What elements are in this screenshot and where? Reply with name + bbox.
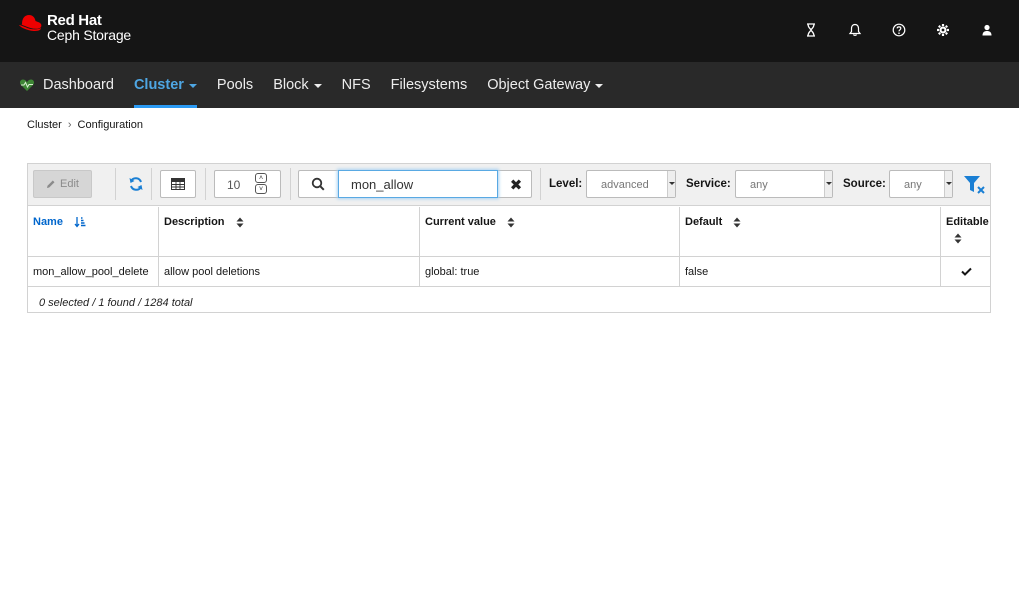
brand-logo[interactable]: Red Hat Ceph Storage — [17, 13, 131, 43]
breadcrumb: Cluster › Configuration — [27, 119, 143, 131]
chevron-down-icon — [595, 83, 604, 88]
level-select[interactable]: advanced — [586, 170, 676, 198]
refresh-button[interactable] — [126, 170, 146, 198]
column-header-editable[interactable]: Editable — [941, 207, 990, 257]
service-select[interactable]: any — [735, 170, 833, 198]
toolbar-divider — [290, 168, 291, 200]
column-header-default-label: Default — [685, 216, 723, 228]
nav-cluster-label: Cluster — [133, 77, 184, 93]
source-select[interactable]: any — [889, 170, 953, 198]
column-header-current-value-label: Current value — [425, 216, 496, 228]
nav-nfs[interactable]: NFS — [332, 62, 381, 108]
bell-icon[interactable] — [847, 22, 863, 38]
chevron-down-icon — [313, 83, 322, 88]
table-row-cell-current-value: global: true — [420, 257, 680, 287]
column-header-name[interactable]: Name — [28, 207, 159, 257]
service-label: Service: — [686, 178, 731, 190]
brand-product: Ceph Storage — [47, 27, 131, 43]
sort-icon — [954, 233, 962, 244]
edit-button-label: Edit — [60, 178, 79, 190]
service-select-value: any — [750, 179, 768, 191]
breadcrumb-cluster[interactable]: Cluster — [27, 119, 62, 131]
search-icon — [299, 171, 337, 197]
level-label: Level: — [549, 178, 583, 190]
nav-block-label: Block — [273, 77, 309, 93]
help-icon[interactable] — [891, 22, 907, 38]
column-header-editable-label: Editable — [946, 216, 989, 228]
column-header-description[interactable]: Description — [159, 207, 420, 257]
main-nav: Dashboard Cluster Pools Block NFS Filesy… — [0, 62, 1019, 108]
page-size-stepper[interactable]: ˄ ˅ — [255, 173, 268, 195]
table-footer-count: 0 selected / 1 found / 1284 total — [39, 297, 193, 309]
nav-object-gateway[interactable]: Object Gateway — [477, 62, 613, 108]
toolbar-divider — [205, 168, 206, 200]
top-header: Red Hat Ceph Storage — [0, 0, 1019, 62]
level-select-value: advanced — [601, 179, 649, 191]
toolbar-divider — [540, 168, 541, 200]
brand-name: Red Hat — [47, 12, 102, 29]
table-toolbar: Edit 10 ˄ ˅ mon_allow ✖ Level: advanced … — [28, 164, 990, 206]
table-row-cell-description: allow pool deletions — [159, 257, 420, 287]
breadcrumb-configuration: Configuration — [77, 119, 143, 131]
dropdown-arrow-icon — [824, 171, 832, 197]
refresh-icon — [129, 177, 143, 191]
search-input[interactable] — [338, 170, 498, 198]
heart-pulse-icon — [19, 79, 35, 91]
sort-amount-asc-icon — [74, 217, 86, 228]
table-row-cell-default: false — [680, 257, 941, 287]
chevron-up-icon[interactable]: ˄ — [255, 173, 267, 183]
nav-filesystems-label: Filesystems — [390, 77, 468, 93]
red-hat-logo-icon — [19, 15, 42, 31]
search-box: ✖ — [298, 170, 532, 198]
nav-dashboard[interactable]: Dashboard — [19, 62, 124, 108]
nav-pools-label: Pools — [216, 77, 254, 93]
clear-filters-icon[interactable] — [963, 175, 987, 195]
sort-icon — [236, 217, 244, 228]
toolbar-divider — [151, 168, 152, 200]
column-header-current-value[interactable]: Current value — [420, 207, 680, 257]
nav-dashboard-label: Dashboard — [43, 77, 114, 93]
sort-icon — [507, 217, 515, 228]
chevron-down-icon[interactable]: ˅ — [255, 184, 267, 194]
edit-button[interactable]: Edit — [33, 170, 92, 198]
chevron-right-icon: › — [67, 119, 72, 131]
hourglass-icon[interactable] — [803, 22, 819, 38]
column-header-description-label: Description — [164, 216, 225, 228]
nav-pools[interactable]: Pools — [207, 62, 263, 108]
configuration-table: Edit 10 ˄ ˅ mon_allow ✖ Level: advanced … — [27, 163, 991, 313]
toolbar-divider — [115, 168, 116, 200]
dropdown-arrow-icon — [944, 171, 952, 197]
page-size-input[interactable]: 10 ˄ ˅ — [214, 170, 281, 198]
pencil-icon — [47, 180, 55, 188]
table-columns-icon — [171, 178, 185, 190]
clear-search-icon[interactable]: ✖ — [501, 174, 531, 196]
nav-cluster[interactable]: Cluster — [124, 62, 207, 108]
table-row-cell-editable — [941, 257, 990, 287]
nav-filesystems[interactable]: Filesystems — [381, 62, 478, 108]
table-row-cell-name[interactable]: mon_allow_pool_delete — [28, 257, 159, 287]
source-select-value: any — [904, 179, 922, 191]
source-label: Source: — [843, 178, 886, 190]
gear-icon[interactable] — [935, 22, 951, 38]
nav-block[interactable]: Block — [263, 62, 331, 108]
column-toggle-button[interactable] — [160, 170, 196, 198]
nav-nfs-label: NFS — [341, 77, 371, 93]
sort-icon — [733, 217, 741, 228]
dropdown-arrow-icon — [667, 171, 675, 197]
column-header-default[interactable]: Default — [680, 207, 941, 257]
nav-object-gateway-label: Object Gateway — [487, 77, 591, 93]
chevron-down-icon — [188, 83, 197, 88]
column-header-name-label: Name — [33, 216, 63, 228]
user-icon[interactable] — [979, 22, 995, 38]
page-size-value: 10 — [227, 178, 241, 192]
check-icon — [961, 267, 972, 276]
